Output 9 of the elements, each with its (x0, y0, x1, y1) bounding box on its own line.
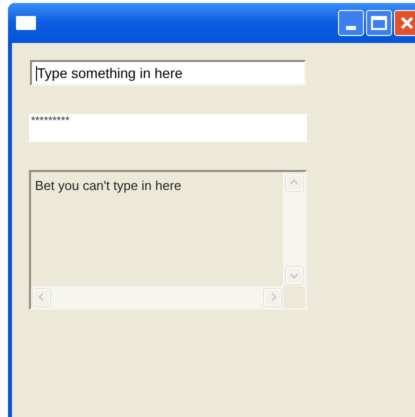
maximize-icon (371, 16, 387, 30)
password-field[interactable]: ********* (29, 114, 307, 142)
close-icon (400, 16, 414, 30)
maximize-button[interactable] (366, 10, 392, 36)
close-button[interactable] (394, 10, 415, 36)
minimize-button[interactable] (338, 10, 364, 36)
minimize-icon (346, 26, 356, 30)
window-icon (16, 16, 36, 30)
text-field[interactable]: Type something in here (30, 60, 306, 86)
